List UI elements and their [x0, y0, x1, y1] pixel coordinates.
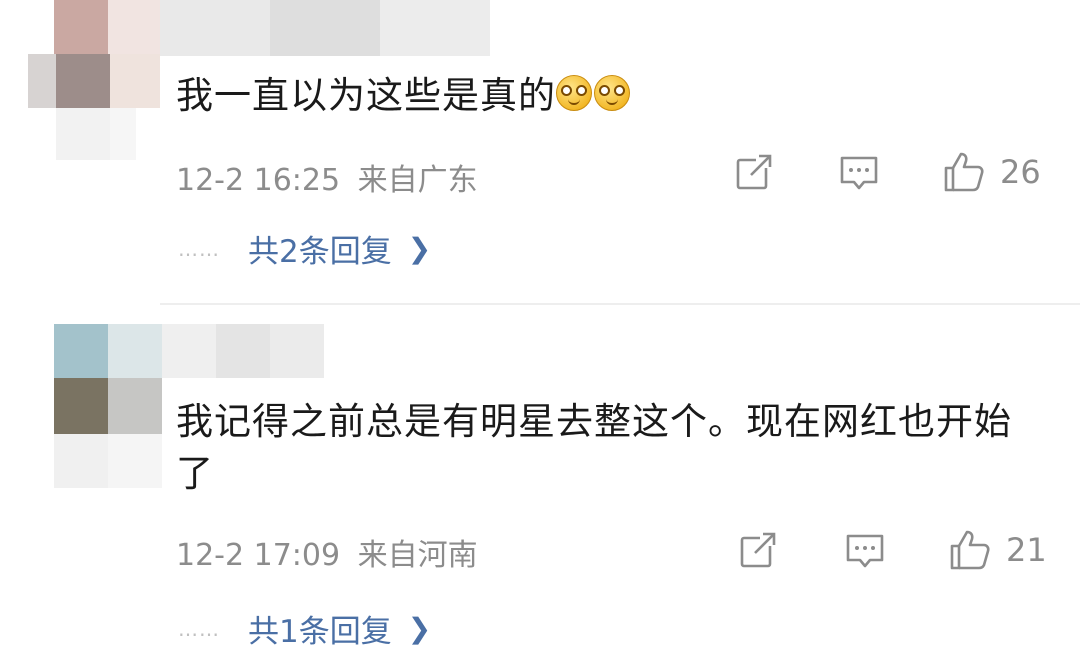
comment-text: 我记得之前总是有明星去整这个。现在网红也开始了: [176, 400, 1012, 495]
comment-text: 我一直以为这些是真的: [176, 70, 632, 122]
replies-row[interactable]: …… 共2条回复 ❯: [178, 226, 431, 271]
dizzy-eyes-emoji-icon: [594, 75, 630, 111]
chevron-right-icon: ❯: [407, 232, 432, 265]
share-button[interactable]: [738, 528, 778, 572]
comment-text-content: 我一直以为这些是真的: [176, 74, 556, 117]
like-button[interactable]: 21: [948, 528, 1047, 572]
like-count: 21: [1006, 531, 1047, 569]
location: 来自广东: [357, 163, 478, 198]
timestamp: 12-2 16:25: [176, 163, 341, 198]
comment-meta: 12-2 16:25 来自广东: [176, 155, 478, 199]
view-replies-link[interactable]: 共1条回复: [248, 606, 392, 651]
thumbs-up-icon: [944, 152, 984, 192]
location: 来自河南: [357, 538, 478, 573]
thumbs-up-icon: [950, 530, 990, 570]
username[interactable]: [162, 324, 324, 378]
comment-meta: 12-2 17:09 来自河南: [176, 530, 478, 574]
avatar[interactable]: [28, 0, 160, 160]
avatar[interactable]: [54, 324, 162, 488]
share-button[interactable]: [734, 150, 774, 194]
like-count: 26: [1000, 153, 1041, 191]
like-button[interactable]: 26: [942, 150, 1041, 194]
comment-actions: 26: [730, 150, 1080, 194]
replies-dots: ……: [178, 616, 220, 641]
share-icon: [740, 532, 776, 568]
dizzy-eyes-emoji-icon: [556, 75, 592, 111]
chevron-right-icon: ❯: [407, 612, 432, 645]
comment-icon: [840, 156, 878, 190]
username[interactable]: [160, 0, 490, 56]
view-replies-link[interactable]: 共2条回复: [248, 226, 392, 271]
comment-item: 我记得之前总是有明星去整这个。现在网红也开始了 12-2 17:09 来自河南: [0, 304, 1080, 658]
comment-item: 我一直以为这些是真的 12-2 16:25 来自广东 26 …… 共2条回复 ❯: [0, 0, 1080, 304]
replies-dots: ……: [178, 236, 220, 261]
replies-row[interactable]: …… 共1条回复 ❯: [178, 606, 431, 651]
comment-icon: [846, 534, 884, 568]
timestamp: 12-2 17:09: [176, 538, 341, 573]
reply-button[interactable]: [838, 150, 880, 194]
share-icon: [736, 154, 772, 190]
reply-button[interactable]: [844, 528, 886, 572]
comment-actions: 21: [730, 528, 1080, 572]
